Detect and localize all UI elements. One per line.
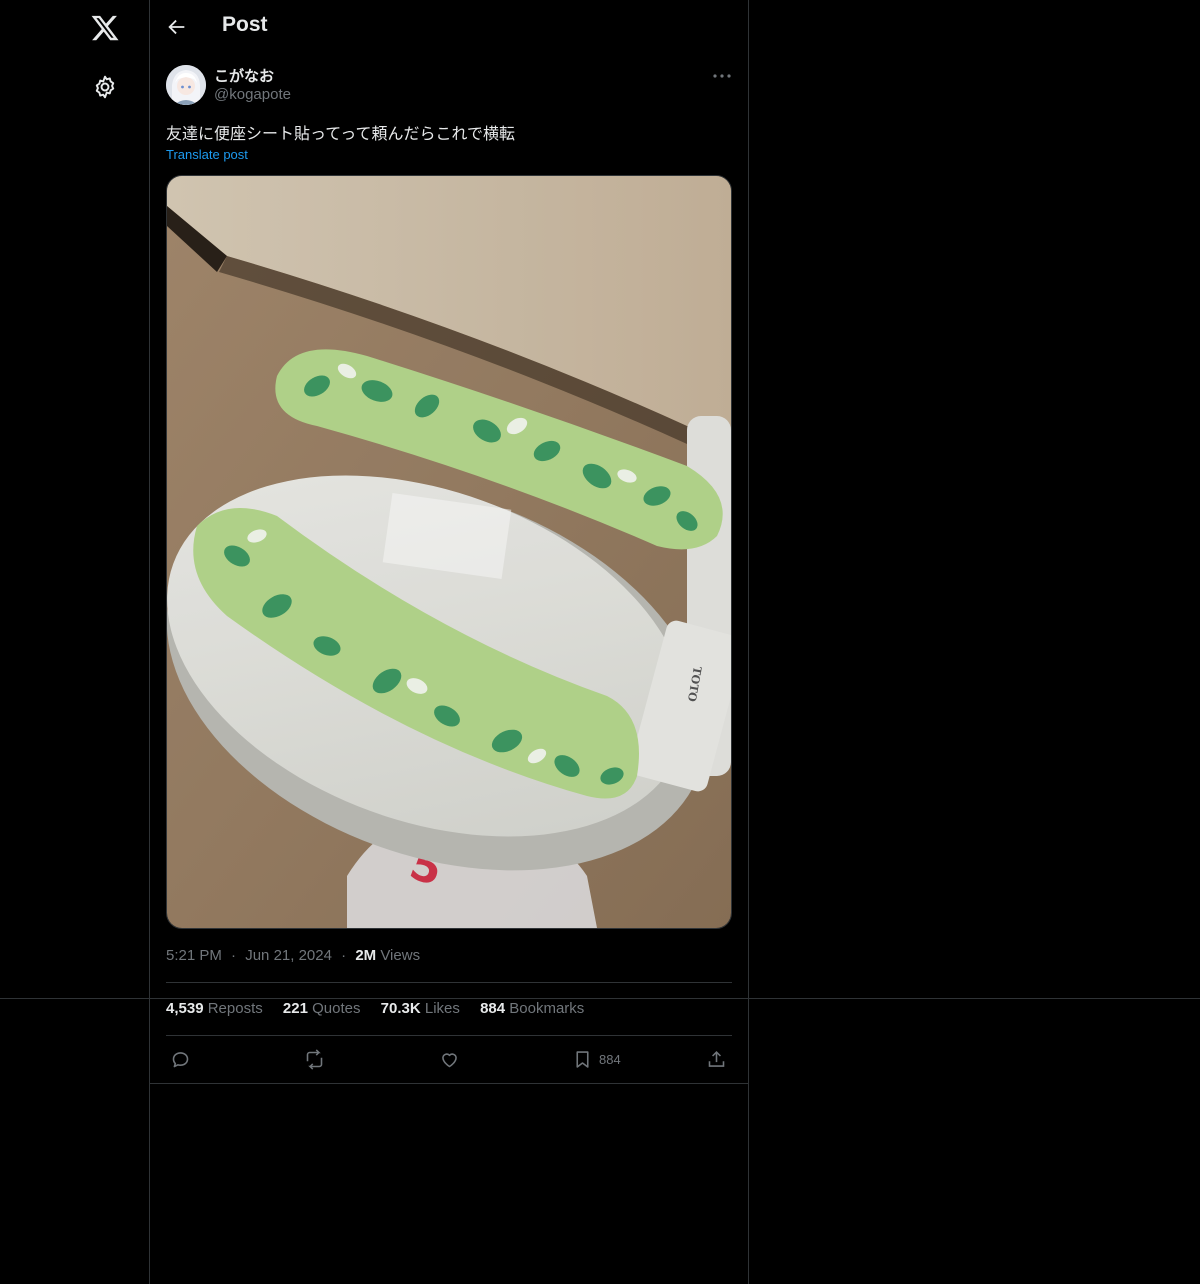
bookmark-count: 884: [599, 1051, 621, 1067]
bookmark-button[interactable]: 884: [572, 1048, 621, 1070]
share-button[interactable]: [706, 1048, 727, 1070]
reply-icon: [172, 1051, 189, 1067]
post-time[interactable]: 5:21 PM: [166, 947, 222, 964]
author-handle[interactable]: @kogapote: [214, 86, 291, 103]
avatar[interactable]: [166, 65, 206, 105]
reply-button[interactable]: [170, 1048, 191, 1070]
divider: [166, 982, 732, 983]
gear-icon[interactable]: [92, 74, 118, 100]
author-display-name[interactable]: こがなお: [214, 65, 274, 86]
action-bar: 884: [150, 1036, 748, 1084]
meta-separator: ·: [341, 947, 347, 964]
bookmark-icon: [576, 1050, 589, 1068]
left-navigation: [0, 0, 150, 1284]
repost-icon: [306, 1048, 323, 1070]
post-image[interactable]: 5 TOTO: [166, 175, 732, 929]
post-date[interactable]: Jun 21, 2024: [245, 947, 332, 964]
horizontal-rule: [0, 998, 1200, 999]
page-title: Post: [222, 13, 268, 36]
quotes-stat[interactable]: 221 Quotes: [283, 1000, 361, 1017]
like-button[interactable]: [439, 1048, 460, 1070]
like-icon: [442, 1052, 457, 1067]
x-logo-icon[interactable]: [90, 13, 120, 43]
post-meta: 5:21 PM · Jun 21, 2024 · 2M Views: [166, 947, 420, 964]
translate-post-link[interactable]: Translate post: [166, 147, 248, 162]
bookmarks-stat[interactable]: 884 Bookmarks: [480, 1000, 584, 1017]
more-dots-icon[interactable]: [710, 66, 734, 86]
views-label: Views: [380, 947, 421, 964]
engagement-stats: 4,539 Reposts 221 Quotes 70.3K Likes 884…: [166, 1000, 600, 1017]
reposts-stat[interactable]: 4,539 Reposts: [166, 1000, 263, 1017]
likes-stat[interactable]: 70.3K Likes: [381, 1000, 460, 1017]
page-header: Post: [150, 0, 748, 54]
share-icon: [708, 1050, 725, 1067]
back-arrow-icon[interactable]: [166, 16, 188, 38]
views-count: 2M: [355, 947, 377, 964]
post-text: 友達に便座シート貼ってって頼んだらこれで横転: [166, 124, 515, 143]
meta-separator: ·: [231, 947, 237, 964]
repost-button[interactable]: [304, 1048, 325, 1070]
post-detail-column: Post こがなお @kogapote 友達に便座シート貼ってって頼んだらこれで…: [150, 0, 749, 1284]
